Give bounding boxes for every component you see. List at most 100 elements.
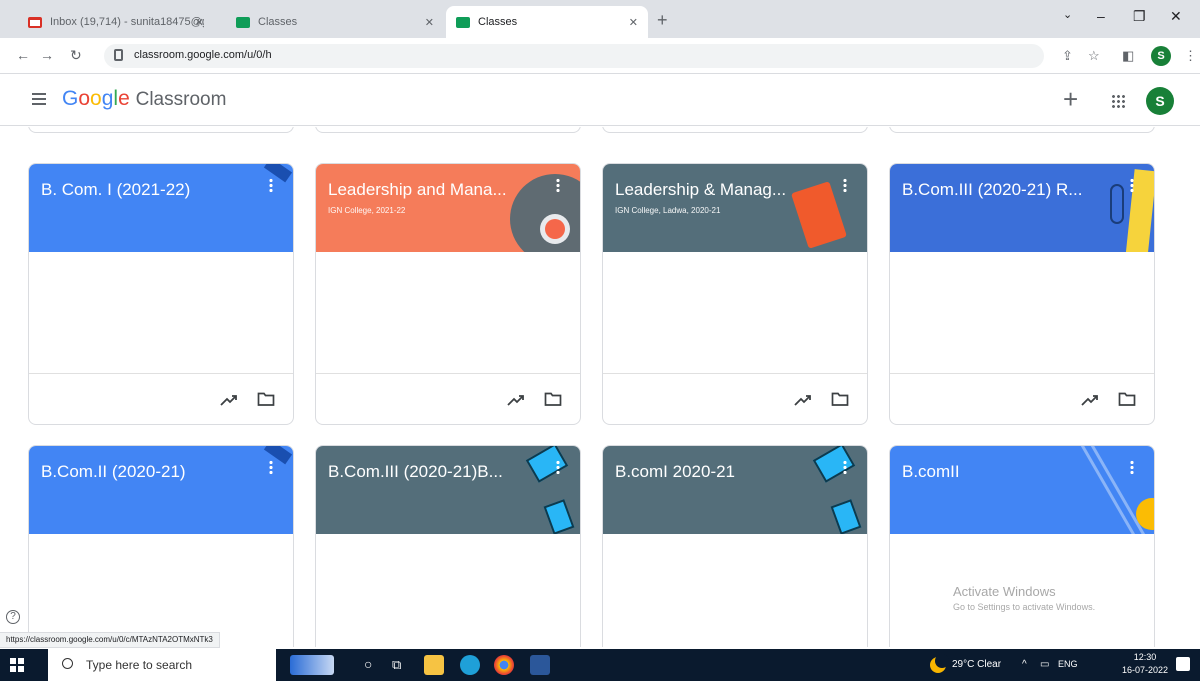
card-theme-illustration <box>213 446 293 534</box>
add-class-icon[interactable]: + <box>1063 84 1078 115</box>
cortana-icon[interactable]: ○ <box>364 656 372 672</box>
weather-text[interactable]: 29°C Clear <box>952 659 1001 670</box>
chrome-icon[interactable] <box>494 655 514 675</box>
class-card-subtitle: IGN College, Ladwa, 2020-21 <box>615 206 721 215</box>
more-options-icon[interactable] <box>269 178 273 192</box>
notification-icon[interactable] <box>1176 657 1190 671</box>
reload-icon[interactable]: ↻ <box>70 47 82 64</box>
minimize-icon[interactable]: – <box>1097 8 1105 24</box>
logo-letter: e <box>118 87 130 110</box>
google-apps-icon[interactable] <box>1111 94 1125 108</box>
class-card-banner[interactable]: B. Com. I (2021-22) <box>29 164 293 252</box>
class-card[interactable]: B.comI 2020-21 <box>602 445 868 647</box>
browser-tab-inbox[interactable]: Inbox (19,714) - sunita18475@g ✕ <box>18 6 214 38</box>
more-options-icon[interactable] <box>556 460 560 474</box>
clock-date: 16-07-2022 <box>1122 665 1169 675</box>
edge-icon[interactable] <box>460 655 480 675</box>
tab-title: Classes <box>478 16 518 28</box>
folder-icon[interactable] <box>544 391 562 407</box>
tab-search-icon[interactable]: ⌄ <box>1063 8 1072 21</box>
more-options-icon[interactable] <box>556 178 560 192</box>
tab-title: Classes <box>258 16 298 28</box>
google-classroom-logo[interactable]: Google Classroom <box>62 87 226 111</box>
back-icon[interactable]: ← <box>16 47 30 63</box>
new-tab-icon[interactable]: + <box>657 10 668 31</box>
search-icon <box>62 658 73 669</box>
taskbar-search[interactable]: Type here to search <box>48 649 276 681</box>
share-icon[interactable]: ⇪ <box>1062 48 1073 64</box>
side-panel-icon[interactable]: ◧ <box>1122 48 1134 64</box>
help-icon[interactable]: ? <box>6 610 20 624</box>
close-window-icon[interactable]: ✕ <box>1170 8 1182 25</box>
tab-close-icon[interactable]: ✕ <box>629 16 638 29</box>
tab-close-icon[interactable]: ✕ <box>425 16 434 29</box>
more-options-icon[interactable] <box>1130 178 1134 192</box>
address-url: classroom.google.com/u/0/h <box>134 49 272 61</box>
class-card-title[interactable]: Leadership & Manag... <box>615 180 811 200</box>
class-card-title[interactable]: B.Com.III (2020-21)B... <box>328 462 524 482</box>
forward-icon[interactable]: → <box>40 47 54 63</box>
language-indicator[interactable]: ENG <box>1058 659 1078 669</box>
class-card-banner[interactable]: Leadership and Mana... IGN College, 2021-… <box>316 164 580 252</box>
logo-product: Classroom <box>135 89 227 110</box>
browser-profile-icon[interactable]: S <box>1151 46 1171 66</box>
class-card-banner[interactable]: B.Com.III (2020-21) R... <box>890 164 1154 252</box>
open-gradebook-icon[interactable] <box>506 390 526 410</box>
taskbar-clock[interactable]: 12:30 16-07-2022 <box>1122 651 1168 677</box>
class-card-title[interactable]: B.comI 2020-21 <box>615 462 811 482</box>
word-app-icon[interactable] <box>530 655 550 675</box>
card-theme-illustration <box>787 446 867 534</box>
class-card-title[interactable]: Leadership and Mana... <box>328 180 524 200</box>
class-card-partial <box>602 127 868 133</box>
tray-chevron-icon[interactable]: ^ <box>1022 659 1027 670</box>
class-card[interactable]: B.comII <box>889 445 1155 647</box>
more-options-icon[interactable] <box>1130 460 1134 474</box>
browser-menu-icon[interactable]: ⋮ <box>1184 48 1197 64</box>
class-card[interactable]: B.Com.II (2020-21) <box>28 445 294 647</box>
more-options-icon[interactable] <box>843 178 847 192</box>
more-options-icon[interactable] <box>843 460 847 474</box>
class-card-title[interactable]: B.Com.II (2020-21) <box>41 462 237 482</box>
bookmark-star-icon[interactable]: ☆ <box>1088 48 1100 64</box>
class-card-title[interactable]: B. Com. I (2021-22) <box>41 180 237 200</box>
folder-icon[interactable] <box>831 391 849 407</box>
class-card-title[interactable]: B.Com.III (2020-21) R... <box>902 180 1098 200</box>
folder-icon[interactable] <box>257 391 275 407</box>
folder-icon[interactable] <box>1118 391 1136 407</box>
more-options-icon[interactable] <box>269 460 273 474</box>
class-card-banner[interactable]: B.Com.III (2020-21)B... <box>316 446 580 534</box>
logo-letter: g <box>101 87 114 110</box>
windows-taskbar: Type here to search ○ ⧉ 29°C Clear ^ ▭ E… <box>0 649 1200 681</box>
class-card[interactable]: B.Com.III (2020-21) R... <box>889 163 1155 425</box>
class-card[interactable]: B.Com.III (2020-21)B... <box>315 445 581 647</box>
open-gradebook-icon[interactable] <box>793 390 813 410</box>
class-card-title[interactable]: B.comII <box>902 462 1098 482</box>
tab-close-icon[interactable]: ✕ <box>195 16 204 29</box>
task-view-icon[interactable]: ⧉ <box>392 657 401 673</box>
class-card[interactable]: B. Com. I (2021-22) <box>28 163 294 425</box>
class-card[interactable]: Leadership & Manag... IGN College, Ladwa,… <box>602 163 868 425</box>
maximize-icon[interactable]: ❐ <box>1133 8 1146 25</box>
card-theme-illustration <box>1074 446 1154 534</box>
main-menu-icon[interactable] <box>32 93 46 105</box>
pinned-app-icon[interactable] <box>290 655 334 675</box>
class-card-banner[interactable]: Leadership & Manag... IGN College, Ladwa,… <box>603 164 867 252</box>
taskbar-search-placeholder: Type here to search <box>86 658 193 672</box>
class-card-banner[interactable]: B.comII <box>890 446 1154 534</box>
browser-tab-classes[interactable]: Classes ✕ <box>226 6 444 38</box>
browser-tab-classes-active[interactable]: Classes ✕ <box>446 6 648 38</box>
class-card-banner[interactable]: B.comI 2020-21 <box>603 446 867 534</box>
windows-start-icon[interactable] <box>10 658 24 672</box>
address-bar[interactable]: classroom.google.com/u/0/h <box>104 44 1044 68</box>
class-card-banner[interactable]: B.Com.II (2020-21) <box>29 446 293 534</box>
lock-icon <box>114 49 123 61</box>
class-card-partial <box>889 127 1155 133</box>
open-gradebook-icon[interactable] <box>219 390 239 410</box>
class-card-partial <box>28 127 294 133</box>
class-card[interactable]: Leadership and Mana... IGN College, 2021-… <box>315 163 581 425</box>
open-gradebook-icon[interactable] <box>1080 390 1100 410</box>
file-explorer-icon[interactable] <box>424 655 444 675</box>
account-avatar[interactable]: S <box>1146 87 1174 115</box>
class-card-partial <box>315 127 581 133</box>
network-icon[interactable]: ▭ <box>1040 659 1049 670</box>
